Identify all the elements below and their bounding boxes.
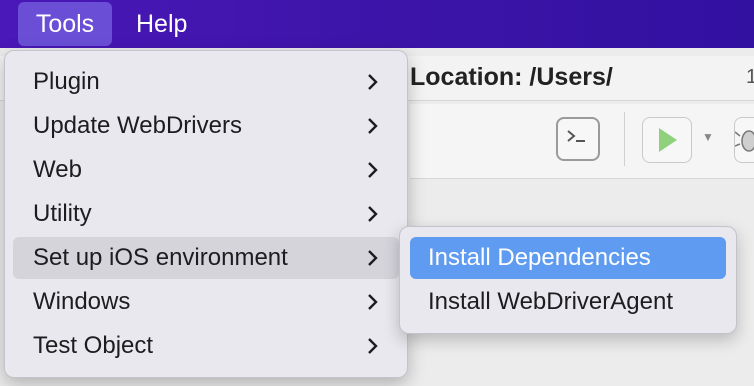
ios-environment-submenu: Install Dependencies Install WebDriverAg… [399, 226, 737, 334]
partial-text: 1 [746, 66, 754, 88]
chevron-right-icon [368, 118, 378, 134]
menu-item-web[interactable]: Web [13, 149, 399, 191]
chevron-right-icon [368, 162, 378, 178]
menubar-tools[interactable]: Tools [18, 2, 112, 46]
play-icon [659, 128, 677, 152]
tools-menu: Plugin Update WebDrivers Web Utility Set… [4, 50, 408, 378]
menu-item-label: Update WebDrivers [33, 112, 242, 139]
menu-item-set-up-ios-environment[interactable]: Set up iOS environment [13, 237, 399, 279]
menu-item-label: Plugin [33, 68, 100, 95]
chevron-right-icon [368, 294, 378, 310]
run-dropdown-chevron-icon[interactable]: ▼ [702, 130, 714, 144]
chevron-right-icon [368, 74, 378, 90]
run-button[interactable] [642, 117, 692, 163]
menu-item-label: Test Object [33, 332, 154, 359]
bug-icon [735, 130, 754, 152]
chevron-right-icon [368, 206, 378, 222]
menu-item-label: Windows [33, 288, 131, 315]
debug-button[interactable] [734, 117, 754, 163]
submenu-item-install-webdriveragent[interactable]: Install WebDriverAgent [410, 281, 726, 323]
menubar-help[interactable]: Help [124, 2, 199, 46]
menu-item-label: Web [33, 156, 82, 183]
terminal-icon [567, 130, 585, 142]
chevron-right-icon [368, 250, 378, 266]
menu-item-label: Set up iOS environment [33, 244, 288, 271]
chevron-right-icon [368, 338, 378, 354]
menu-item-windows[interactable]: Windows [13, 281, 399, 323]
menu-item-update-webdrivers[interactable]: Update WebDrivers [13, 105, 399, 147]
menu-item-plugin[interactable]: Plugin [13, 61, 399, 103]
menu-bar: Tools Help [0, 0, 754, 48]
menu-item-test-object[interactable]: Test Object [13, 325, 399, 367]
location-label: Location: /Users/ [410, 63, 613, 91]
submenu-item-label: Install WebDriverAgent [428, 288, 673, 315]
submenu-item-install-dependencies[interactable]: Install Dependencies [410, 237, 726, 279]
terminal-button[interactable] [556, 117, 600, 161]
menu-item-utility[interactable]: Utility [13, 193, 399, 235]
submenu-item-label: Install Dependencies [428, 244, 651, 271]
toolbar-divider [624, 112, 625, 166]
menu-item-label: Utility [33, 200, 92, 227]
